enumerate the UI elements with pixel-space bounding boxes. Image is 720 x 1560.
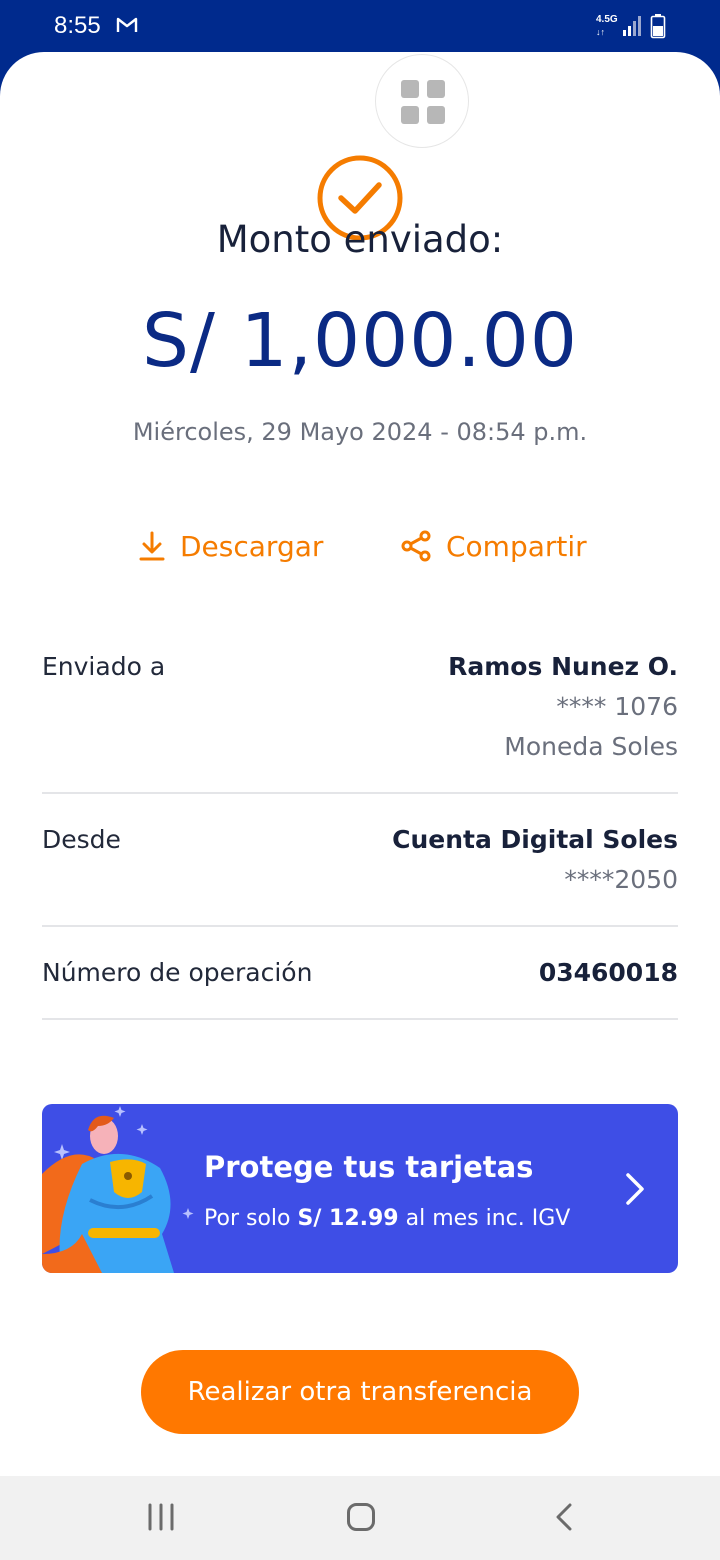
download-icon [139,531,165,561]
gmail-icon [116,17,138,32]
recipient-account: **** 1076 [556,692,678,721]
signal-icon [623,16,641,36]
sent-amount: S/ 1,000.00 [142,298,578,384]
status-bar: 8:55 4.5G ↓↑ [0,0,720,56]
operation-number: 03460018 [538,958,678,987]
download-label: Descargar [180,529,324,563]
apps-menu-button[interactable] [375,54,469,148]
new-transfer-button[interactable]: Realizar otra transferencia [141,1350,579,1434]
divider [42,792,678,794]
home-icon[interactable] [346,1502,376,1532]
share-button[interactable]: Compartir [400,524,587,568]
share-label: Compartir [446,529,587,563]
recent-apps-icon[interactable] [146,1502,176,1532]
promo-title: Protege tus tarjetas [204,1150,534,1184]
divider [42,1018,678,1020]
superhero-illustration [42,1106,194,1273]
network-activity-arrows: ↓↑ [596,27,605,37]
from-label: Desde [42,825,121,854]
transaction-datetime: Miércoles, 29 Mayo 2024 - 08:54 p.m. [132,418,588,446]
source-account-name: Cuenta Digital Soles [392,825,678,854]
share-icon [401,530,431,562]
back-icon[interactable] [552,1502,576,1532]
recipient-currency: Moneda Soles [504,732,678,761]
grid-icon-square [401,106,419,124]
promo-subtitle: Por solo S/ 12.99 al mes inc. IGV [204,1206,570,1231]
system-navigation-bar [0,1476,720,1560]
page-title: Monto enviado: [216,218,504,261]
receipt-card: Monto enviado: S/ 1,000.00 Miércoles, 29… [0,52,720,1476]
operation-number-label: Número de operación [42,958,313,987]
promo-price: S/ 12.99 [297,1206,399,1231]
sent-to-label: Enviado a [42,652,166,681]
status-time: 8:55 [54,12,101,39]
download-button[interactable]: Descargar [138,524,323,568]
battery-icon [650,14,666,39]
grid-icon-square [427,80,445,98]
promo-subtitle-prefix: Por solo [204,1206,298,1231]
network-type: 4.5G ↓↑ [596,14,618,38]
grid-icon-square [427,106,445,124]
source-account-number: ****2050 [564,865,678,894]
recipient-name: Ramos Nunez O. [448,652,678,681]
promo-subtitle-suffix: al mes inc. IGV [398,1206,571,1231]
grid-icon [401,80,419,98]
protect-cards-banner[interactable]: Protege tus tarjetas Por solo S/ 12.99 a… [42,1104,678,1273]
chevron-right-icon [626,1173,644,1205]
divider [42,925,678,927]
network-type-text: 4.5G [596,14,618,25]
